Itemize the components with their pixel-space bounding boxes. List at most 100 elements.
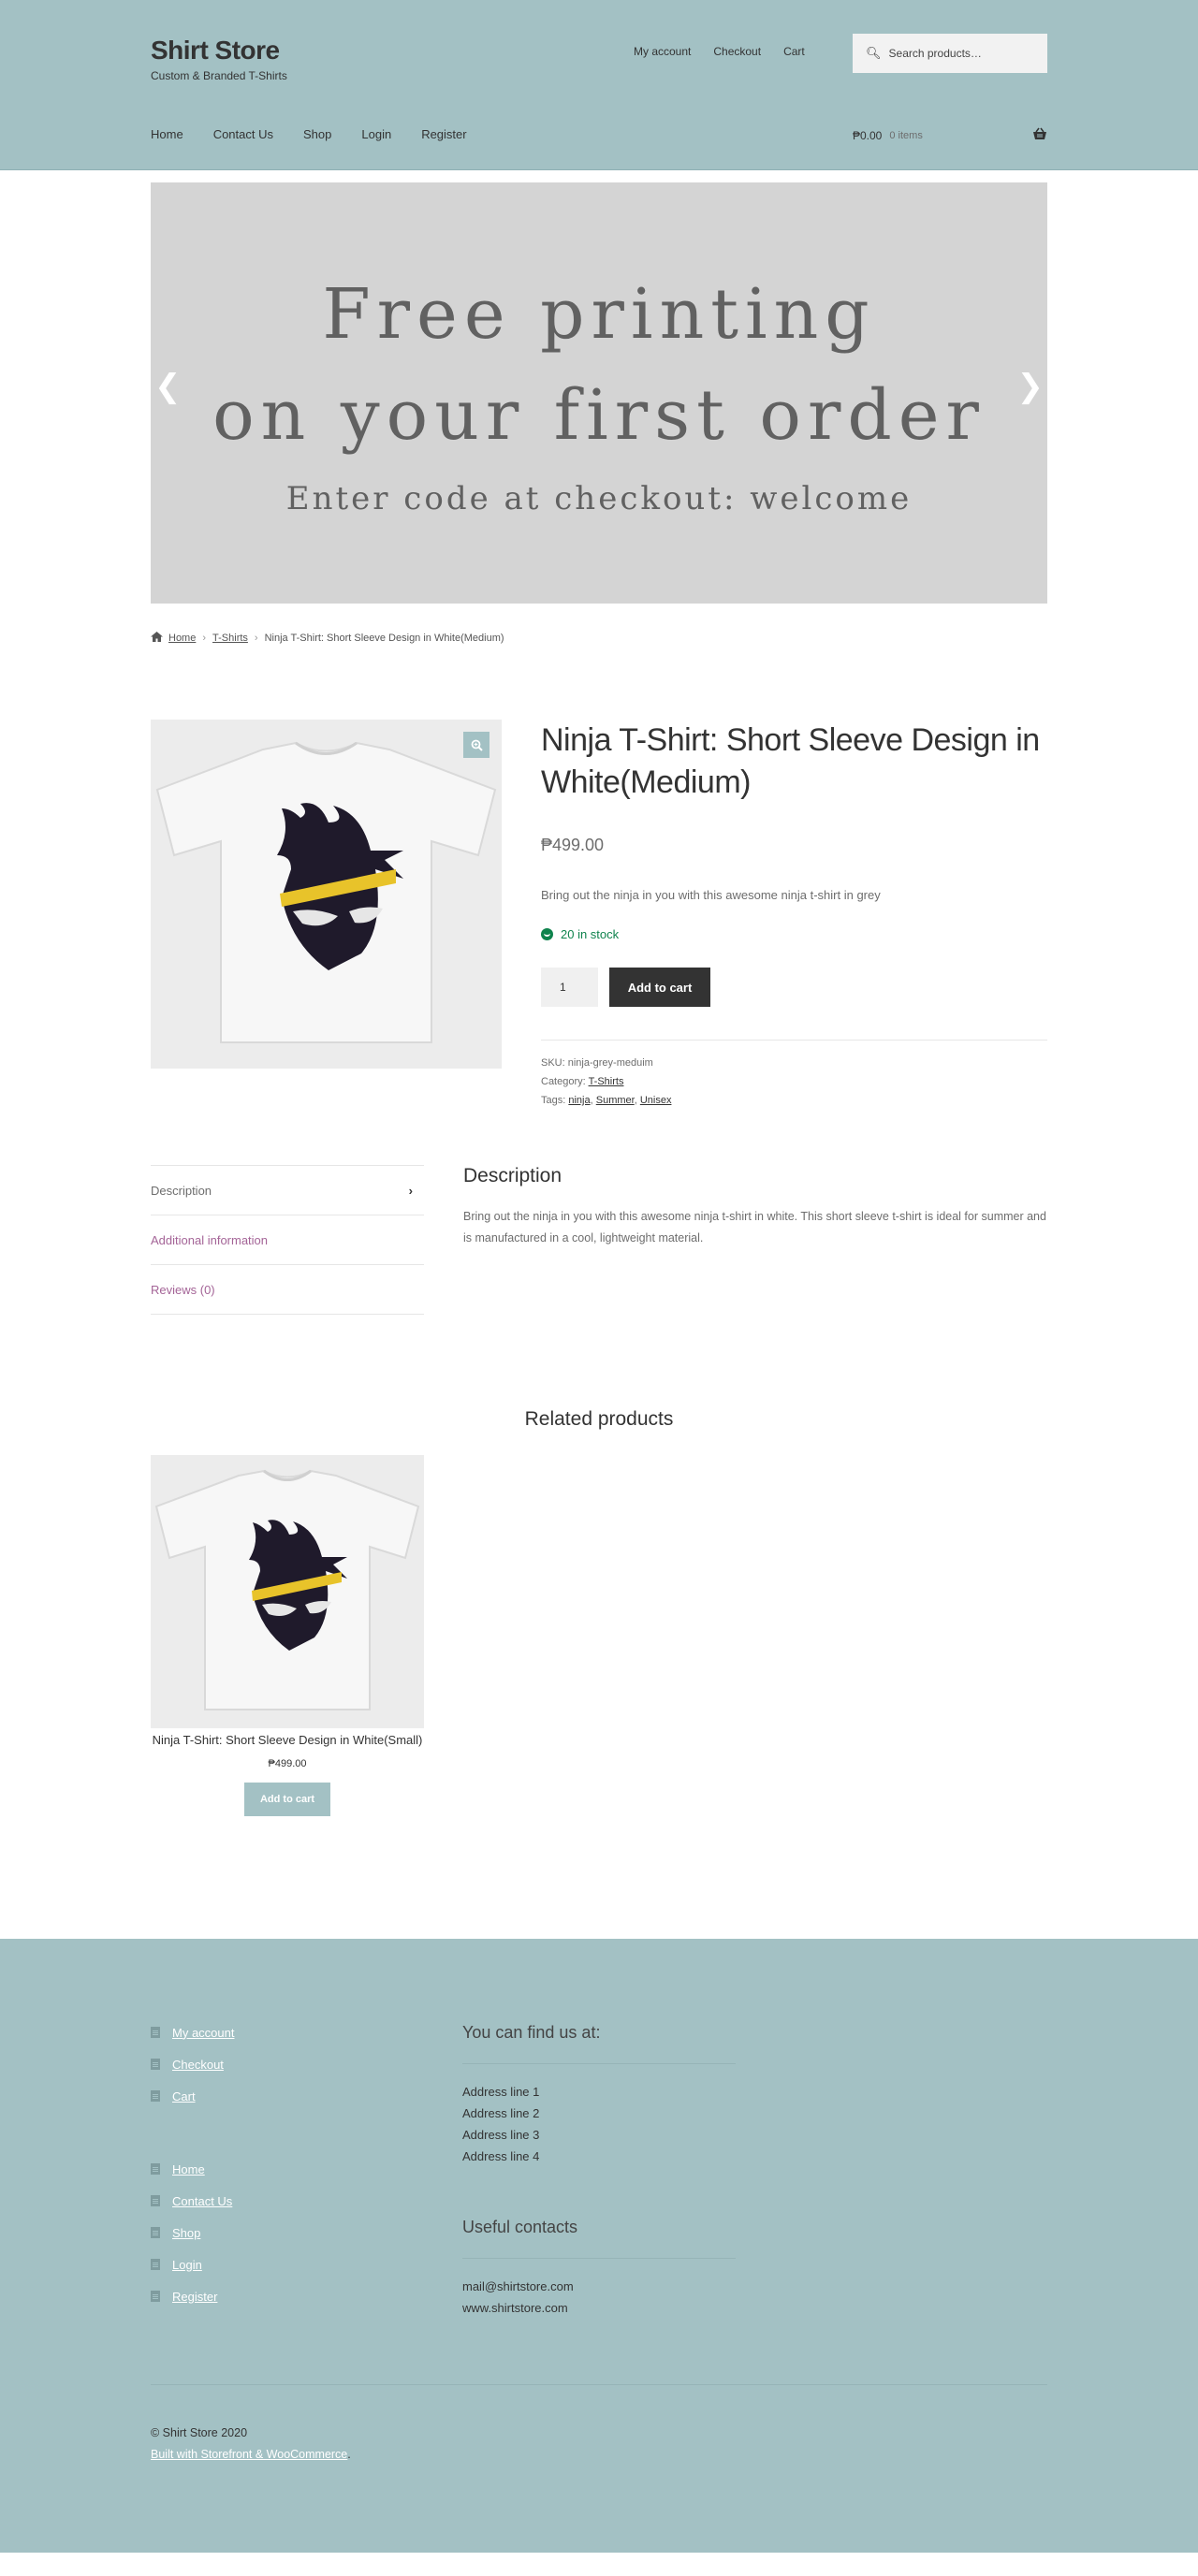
nav-item-shop[interactable]: Shop [303, 127, 331, 141]
footer-link-item: Cart [151, 2080, 234, 2112]
primary-nav: Home Contact Us Shop Login Register [151, 127, 467, 141]
footer-menus: My account Checkout Cart Home Contact Us… [151, 2016, 234, 2312]
footer-link-item: Home [151, 2153, 234, 2185]
nav-item-home[interactable]: Home [151, 127, 183, 141]
tab-label: Description [151, 1183, 212, 1198]
basket-icon[interactable] [1032, 127, 1047, 143]
add-to-cart-form: Add to cart [541, 968, 1047, 1007]
category-label: Category: [541, 1076, 586, 1087]
footer-link-item: Contact Us [151, 2185, 234, 2217]
category-row: Category: T-Shirts [541, 1072, 1047, 1091]
in-stock-icon [541, 928, 553, 940]
related-products: Related products Ninja T-Shirt: Short Sl… [151, 1408, 1047, 1816]
contact-website: www.shirtstore.com [462, 2301, 568, 2315]
secondary-nav-my-account[interactable]: My account [634, 45, 691, 58]
cart-amount[interactable]: ₱0.00 [853, 129, 882, 142]
tab-panel-description: Description Bring out the ninja in you w… [463, 1165, 1047, 1249]
address-line: Address line 2 [462, 2106, 540, 2120]
search-icon: 🔍︎ [866, 46, 882, 60]
search-input[interactable] [888, 47, 1030, 60]
tab-panel-title: Description [463, 1165, 562, 1186]
site-branding: Shirt Store Custom & Branded T-Shirts [151, 36, 287, 82]
product-image[interactable] [151, 720, 502, 1069]
footer-link-register[interactable]: Register [172, 2290, 217, 2304]
tab-list: Description › Additional information Rev… [151, 1165, 424, 1315]
tab-additional-information[interactable]: Additional information [151, 1215, 424, 1265]
footer-link-contact-us[interactable]: Contact Us [172, 2194, 232, 2208]
site-title[interactable]: Shirt Store [151, 36, 287, 65]
related-add-to-cart-button[interactable]: Add to cart [243, 1783, 331, 1816]
nav-item-register[interactable]: Register [421, 127, 466, 141]
address-block: Address line 1 Address line 2 Address li… [462, 2081, 736, 2167]
footer-link-home[interactable]: Home [172, 2162, 205, 2176]
document-icon [151, 2195, 160, 2206]
chevron-right-icon: › [408, 1183, 413, 1198]
document-icon [151, 2259, 160, 2270]
credit-suffix: . [347, 2448, 351, 2461]
nav-item-login[interactable]: Login [361, 127, 391, 141]
address-line: Address line 3 [462, 2128, 540, 2142]
storefront-credit-link[interactable]: Built with Storefront & WooCommerce [151, 2448, 347, 2461]
tag-link[interactable]: Unisex [640, 1095, 672, 1106]
breadcrumb: Home › T-Shirts › Ninja T-Shirt: Short S… [151, 632, 1047, 645]
site-footer: My account Checkout Cart Home Contact Us… [0, 1939, 1198, 2553]
ninja-tshirt-image [151, 720, 502, 1069]
site-header: Shirt Store Custom & Branded T-Shirts My… [0, 0, 1198, 170]
breadcrumb-category[interactable]: T-Shirts [212, 633, 248, 644]
add-to-cart-button[interactable]: Add to cart [609, 968, 710, 1007]
related-product-title[interactable]: Ninja T-Shirt: Short Sleeve Design in Wh… [151, 1732, 424, 1748]
document-icon [151, 2059, 160, 2070]
address-line: Address line 4 [462, 2149, 540, 2163]
credit-row: Built with Storefront & WooCommerce. [151, 2444, 1047, 2466]
header-cart[interactable]: ₱0.00 0 items [853, 127, 1047, 143]
quantity-input[interactable] [541, 968, 598, 1007]
banner-headline-line1: Free printing [322, 274, 876, 355]
sku-value: ninja-grey-meduim [567, 1057, 653, 1069]
copyright-text: © Shirt Store 2020 [151, 2426, 248, 2439]
breadcrumb-home[interactable]: Home [168, 633, 196, 644]
footer-menu-account: My account Checkout Cart [151, 2016, 234, 2112]
footer-menu-main: Home Contact Us Shop Login Register [151, 2153, 234, 2312]
tag-link[interactable]: Summer [596, 1095, 635, 1106]
footer-link-checkout[interactable]: Checkout [172, 2058, 224, 2072]
document-icon [151, 2163, 160, 2175]
zoom-icon[interactable] [463, 732, 489, 758]
cart-count[interactable]: 0 items [889, 130, 922, 141]
category-link[interactable]: T-Shirts [589, 1076, 624, 1087]
tab-description[interactable]: Description › [151, 1166, 424, 1215]
footer-link-cart[interactable]: Cart [172, 2089, 196, 2103]
stock-text: 20 in stock [561, 927, 620, 941]
address-line: Address line 1 [462, 2085, 540, 2099]
home-icon [151, 632, 163, 645]
product-meta: SKU: ninja-grey-meduim Category: T-Shirt… [541, 1040, 1047, 1110]
related-products-heading: Related products [524, 1408, 674, 1430]
banner-subline: Enter code at checkout: welcome [285, 480, 913, 517]
tag-link[interactable]: ninja [568, 1095, 590, 1106]
chevron-right-icon[interactable]: ❯ [1017, 368, 1045, 405]
footer-contact-widgets: You can find us at: Address line 1 Addre… [462, 2023, 736, 2319]
promo-banner: ❮ Free printing on your first order Ente… [151, 182, 1047, 604]
document-icon [151, 2027, 160, 2038]
contact-email: mail@shirtstore.com [462, 2279, 574, 2293]
breadcrumb-separator: › [202, 633, 207, 644]
tab-reviews[interactable]: Reviews (0) [151, 1265, 424, 1315]
footer-link-shop[interactable]: Shop [172, 2226, 200, 2240]
sku-label: SKU: [541, 1057, 565, 1069]
related-product-image[interactable] [151, 1455, 424, 1728]
product-summary: Ninja T-Shirt: Short Sleeve Design in Wh… [541, 720, 1047, 1110]
footer-link-login[interactable]: Login [172, 2258, 202, 2272]
footer-link-item: Register [151, 2280, 234, 2312]
secondary-nav-checkout[interactable]: Checkout [713, 45, 761, 58]
breadcrumb-separator: › [254, 633, 258, 644]
footer-link-item: Shop [151, 2217, 234, 2249]
footer-link-my-account[interactable]: My account [172, 2026, 234, 2040]
secondary-nav-cart[interactable]: Cart [783, 45, 805, 58]
secondary-nav: My account Checkout Cart [634, 45, 805, 58]
find-us-heading: You can find us at: [462, 2023, 736, 2064]
document-icon [151, 2291, 160, 2302]
sku-row: SKU: ninja-grey-meduim [541, 1054, 1047, 1072]
contacts-block: mail@shirtstore.com www.shirtstore.com [462, 2276, 736, 2319]
tab-label: Reviews (0) [151, 1282, 215, 1297]
footer-link-item: Checkout [151, 2048, 234, 2080]
nav-item-contact-us[interactable]: Contact Us [213, 127, 273, 141]
